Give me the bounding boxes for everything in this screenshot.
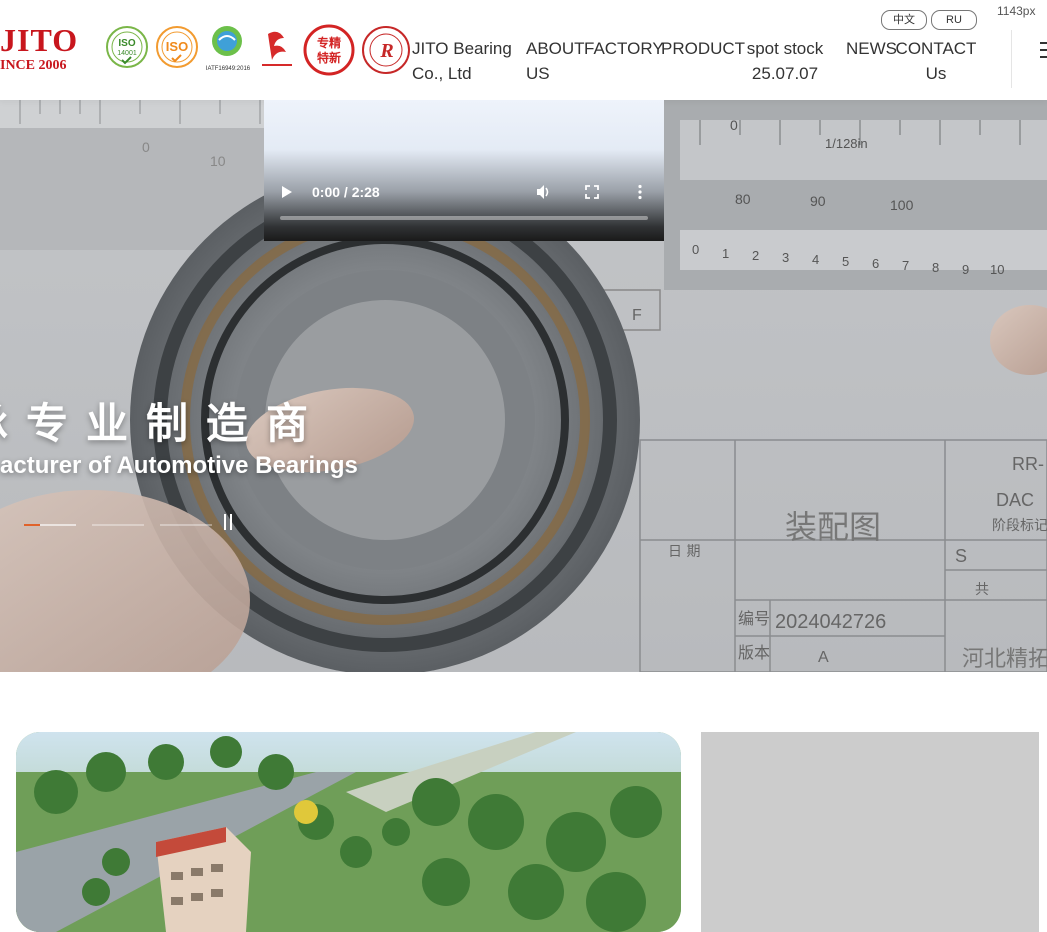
svg-text:14001: 14001 <box>117 50 137 57</box>
placeholder-image <box>701 732 1039 932</box>
specialized-new-badge: 专精 特新 <box>302 24 355 76</box>
svg-text:编号: 编号 <box>738 609 770 628</box>
nav-spot-stock-line1: spot stock <box>746 39 824 58</box>
registered-r-badge: R <box>360 24 410 76</box>
svg-text:RR-: RR- <box>1012 454 1044 474</box>
svg-text:版本: 版本 <box>738 643 770 662</box>
svg-text:10: 10 <box>210 153 226 169</box>
svg-text:S: S <box>955 546 967 566</box>
nav-contact[interactable]: CONTACT Us <box>895 36 977 86</box>
viewport-width-label: 1143px <box>997 4 1036 18</box>
svg-text:2: 2 <box>752 248 759 263</box>
svg-text:100: 100 <box>890 197 914 213</box>
svg-text:1: 1 <box>722 246 729 261</box>
nav-contact-line1: CONTACT <box>895 39 977 58</box>
logo-brand: JITO <box>0 22 79 58</box>
svg-text:ISO: ISO <box>166 39 188 54</box>
nav-factory[interactable]: FACTORY <box>584 36 664 61</box>
menu-divider <box>1011 30 1012 88</box>
svg-text:80: 80 <box>735 191 751 207</box>
svg-text:专精: 专精 <box>317 35 341 50</box>
iatf-caption: IATF16949:2016 <box>205 66 251 72</box>
iatf-badge: IATF16949:2016 <box>204 24 252 76</box>
svg-text:3: 3 <box>782 250 789 265</box>
nav-news-label: NEWS <box>846 39 897 58</box>
svg-text:阶段标记: 阶段标记 <box>992 518 1047 534</box>
nav-about[interactable]: ABOUT US <box>526 36 585 86</box>
lang-zh-button[interactable]: 中文 <box>881 10 927 30</box>
nav-spot-stock-line2: 25.07.07 <box>751 64 819 83</box>
nav-about-line1: ABOUT <box>526 39 585 58</box>
slider-dot-3[interactable] <box>160 524 212 526</box>
svg-text:1/128in: 1/128in <box>825 136 868 151</box>
nav-home-line2: Co., Ltd <box>412 64 472 83</box>
hero-headline-cn: 承专业制造商 <box>0 400 327 447</box>
slider-pause-icon[interactable] <box>222 514 234 530</box>
nav-product-label: PRODUCT <box>661 39 746 58</box>
nav-home-line1: JITO Bearing <box>412 39 512 58</box>
svg-text:河北精拓: 河北精拓 <box>962 647 1047 672</box>
svg-text:4: 4 <box>812 252 819 267</box>
svg-text:6: 6 <box>872 256 879 271</box>
svg-text:90: 90 <box>810 193 826 209</box>
svg-text:F: F <box>632 307 642 324</box>
svg-text:装配图: 装配图 <box>785 508 881 546</box>
national-hightech-badge <box>254 24 302 76</box>
svg-text:5: 5 <box>842 254 849 269</box>
nav-product[interactable]: PRODUCT <box>661 36 745 61</box>
play-icon[interactable] <box>282 186 292 198</box>
svg-text:10: 10 <box>990 262 1004 277</box>
video-player[interactable]: 0:00 / 2:28 <box>264 100 664 241</box>
nav-factory-label: FACTORY <box>584 39 664 58</box>
video-progress-bar[interactable] <box>280 216 648 220</box>
svg-text:共: 共 <box>975 582 989 598</box>
svg-text:8: 8 <box>932 260 939 275</box>
volume-icon[interactable] <box>536 184 552 200</box>
iso-badge: ISO <box>154 24 202 76</box>
more-options-icon[interactable] <box>632 184 648 200</box>
site-header: JITO INCE 2006 ISO 14001 ISO IATF16949:2… <box>0 0 1047 100</box>
nav-home[interactable]: JITO Bearing Co., Ltd <box>412 36 512 86</box>
svg-text:9: 9 <box>962 262 969 277</box>
lang-ru-button[interactable]: RU <box>931 10 977 30</box>
nav-contact-line2: Us <box>925 64 947 83</box>
svg-text:ISO: ISO <box>118 38 135 49</box>
svg-text:0: 0 <box>692 242 699 257</box>
factory-aerial-image[interactable] <box>16 732 681 932</box>
hero-headline-en: acturer of Automotive Bearings <box>0 452 358 479</box>
fullscreen-icon[interactable] <box>584 184 600 200</box>
nav-spot-stock[interactable]: spot stock 25.07.07 <box>740 36 830 86</box>
logo-since: INCE 2006 <box>0 58 67 73</box>
svg-text:R: R <box>379 40 393 62</box>
hamburger-menu-icon[interactable] <box>1040 40 1047 60</box>
slider-dot-1[interactable] <box>24 524 76 526</box>
nav-about-line2: US <box>526 64 550 83</box>
svg-text:A: A <box>818 649 829 666</box>
svg-text:日 期: 日 期 <box>668 544 700 560</box>
svg-text:2024042726: 2024042726 <box>775 611 886 633</box>
video-time: 0:00 / 2:28 <box>312 184 380 200</box>
svg-text:0: 0 <box>730 117 738 133</box>
jito-logo[interactable]: JITO INCE 2006 <box>0 18 90 78</box>
slider-dot-2[interactable] <box>92 524 144 526</box>
svg-text:DAC: DAC <box>996 490 1034 510</box>
svg-text:特新: 特新 <box>317 50 341 65</box>
svg-text:0: 0 <box>142 139 150 155</box>
iso-14001-badge: ISO 14001 <box>104 24 152 76</box>
nav-news[interactable]: NEWS <box>846 36 897 61</box>
svg-text:7: 7 <box>902 258 909 273</box>
